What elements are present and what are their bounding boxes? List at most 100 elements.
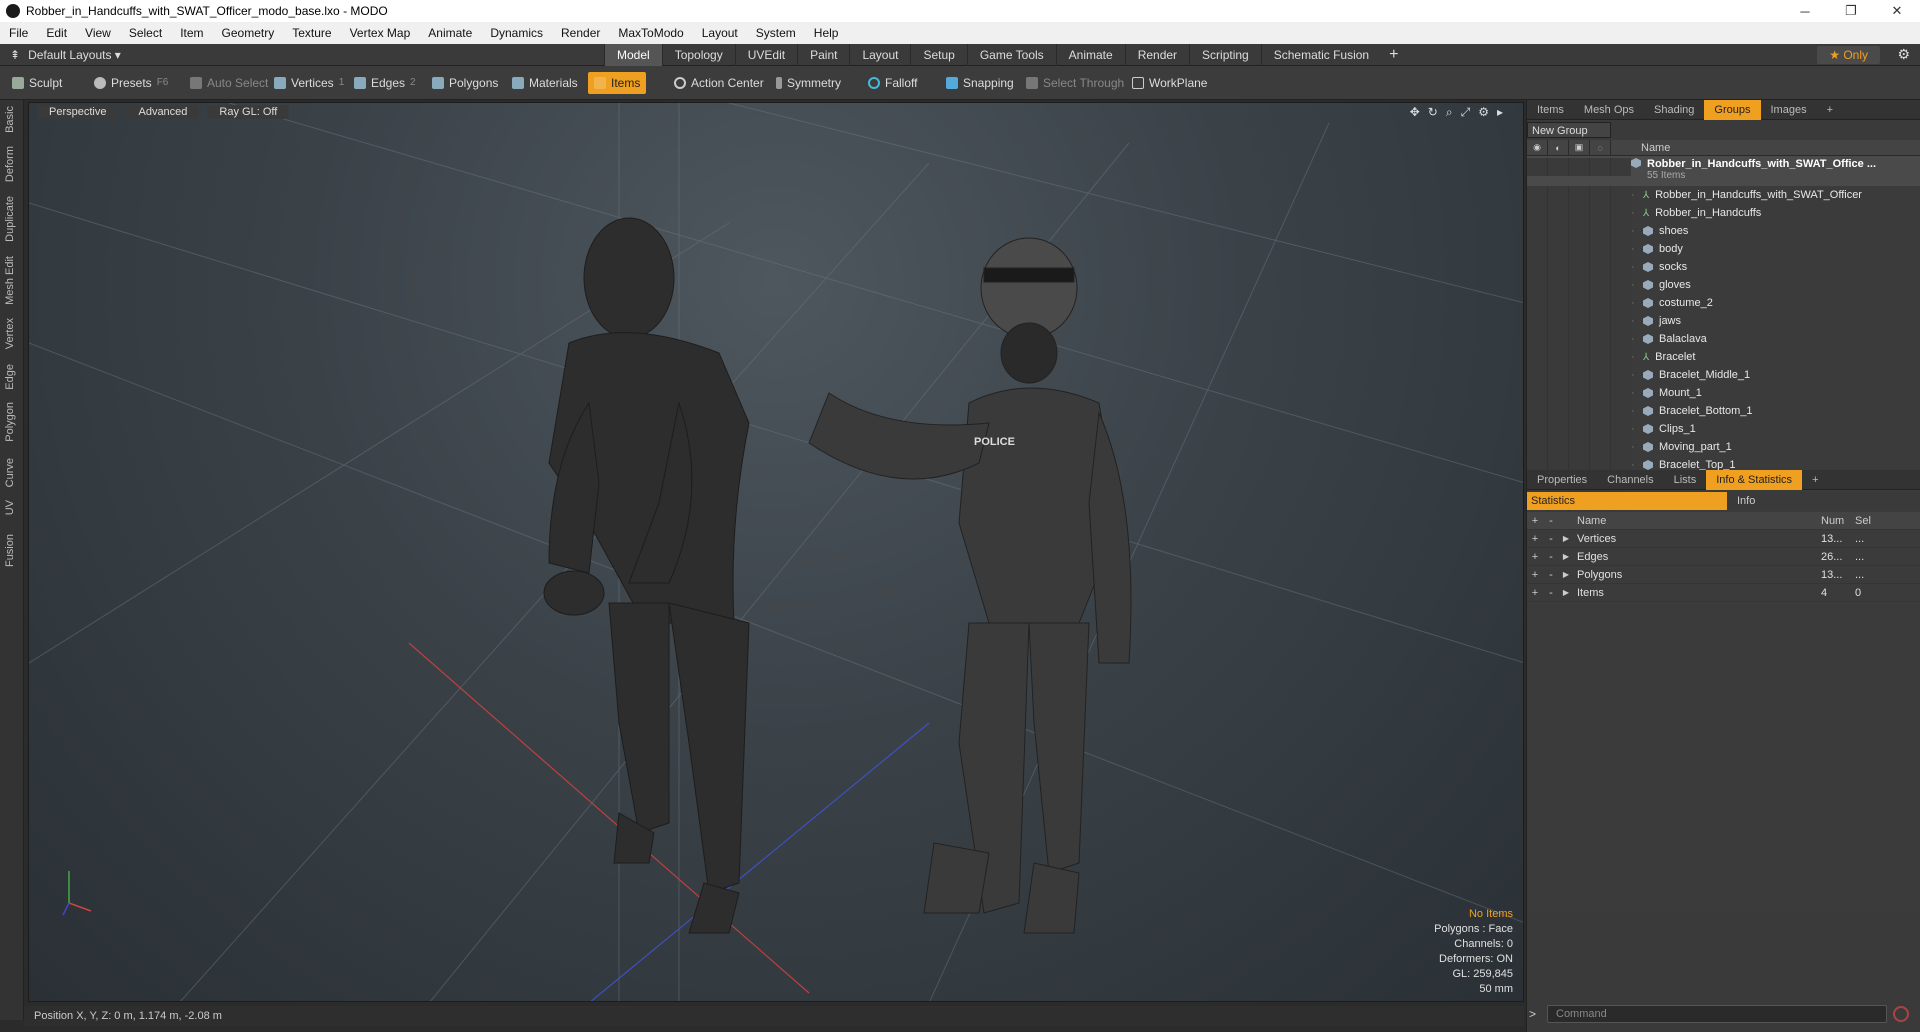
- group-item-row[interactable]: · Moving_part_1: [1527, 438, 1920, 456]
- edges-button[interactable]: Edges 2: [348, 72, 422, 94]
- lock-col-icon[interactable]: ▣: [1569, 139, 1590, 156]
- tab-setup[interactable]: Setup: [910, 43, 966, 66]
- expand-icon[interactable]: +: [1527, 533, 1543, 545]
- menu-edit[interactable]: Edit: [37, 26, 76, 40]
- expand-icon[interactable]: +: [1527, 551, 1543, 563]
- left-tab-basic[interactable]: Basic: [4, 106, 16, 133]
- menu-texture[interactable]: Texture: [283, 26, 340, 40]
- auto-select-button[interactable]: Auto Select: [184, 72, 274, 94]
- menu-system[interactable]: System: [747, 26, 805, 40]
- expand-all-icon[interactable]: +: [1527, 515, 1543, 527]
- presets-button[interactable]: Presets F6: [88, 72, 174, 94]
- polygons-button[interactable]: Polygons: [426, 72, 504, 94]
- left-tab-fusion[interactable]: Fusion: [4, 534, 16, 567]
- menu-dynamics[interactable]: Dynamics: [481, 26, 552, 40]
- tab-schematic-fusion[interactable]: Schematic Fusion: [1260, 43, 1381, 66]
- raygl-button[interactable]: Ray GL: Off: [207, 105, 290, 119]
- tab-topology[interactable]: Topology: [661, 43, 735, 66]
- statistics-row[interactable]: + - ▶ Polygons 13......: [1527, 566, 1920, 584]
- layouts-dropdown[interactable]: ⇞ Default Layouts ▾: [10, 48, 121, 62]
- expand-icon[interactable]: +: [1527, 587, 1543, 599]
- menu-render[interactable]: Render: [552, 26, 609, 40]
- menu-view[interactable]: View: [76, 26, 120, 40]
- rotate-view-icon[interactable]: ↻: [1428, 105, 1438, 120]
- group-item-row[interactable]: · Balaclava: [1527, 330, 1920, 348]
- left-tab-edge[interactable]: Edge: [4, 364, 16, 390]
- left-tab-duplicate[interactable]: Duplicate: [4, 196, 16, 242]
- items-button[interactable]: Items: [588, 72, 647, 94]
- action-center-button[interactable]: Action Center: [668, 72, 770, 94]
- view-settings-icon[interactable]: ⚙: [1478, 105, 1489, 120]
- left-tab-polygon[interactable]: Polygon: [4, 402, 16, 442]
- statistics-row[interactable]: + - ▶ Items 4 0: [1527, 584, 1920, 602]
- menu-vertex-map[interactable]: Vertex Map: [341, 26, 420, 40]
- tab-render[interactable]: Render: [1124, 43, 1189, 66]
- collapse-all-icon[interactable]: -: [1543, 515, 1559, 527]
- disclosure-arrow-icon[interactable]: ▶: [1559, 570, 1573, 579]
- tab-paint[interactable]: Paint: [797, 43, 849, 66]
- only-toggle[interactable]: ★ Only: [1817, 46, 1880, 64]
- group-item-row[interactable]: · costume_2: [1527, 294, 1920, 312]
- disclosure-arrow-icon[interactable]: ▶: [1559, 552, 1573, 561]
- group-item-row[interactable]: · Bracelet_Bottom_1: [1527, 402, 1920, 420]
- expand-arrow-icon[interactable]: ▸: [1497, 105, 1503, 120]
- group-item-row[interactable]: · body: [1527, 240, 1920, 258]
- tab-model[interactable]: Model: [604, 43, 662, 66]
- record-macro-icon[interactable]: [1893, 1006, 1909, 1022]
- collapse-icon[interactable]: -: [1543, 587, 1559, 599]
- fit-view-icon[interactable]: ⤢: [1461, 105, 1471, 120]
- group-item-row[interactable]: · Bracelet_Middle_1: [1527, 366, 1920, 384]
- menu-layout[interactable]: Layout: [693, 26, 747, 40]
- group-item-row[interactable]: · socks: [1527, 258, 1920, 276]
- 3d-viewport[interactable]: POLICE Perspective Advanced Ray GL: Off …: [28, 102, 1524, 1002]
- group-item-row[interactable]: · ⅄ Robber_in_Handcuffs_with_SWAT_Officer: [1527, 186, 1920, 204]
- command-input[interactable]: Command: [1547, 1005, 1887, 1023]
- add-panel-tab-icon[interactable]: +: [1817, 100, 1843, 120]
- collapse-icon[interactable]: -: [1543, 551, 1559, 563]
- row-toggles[interactable]: [1527, 158, 1631, 176]
- tab-groups[interactable]: Groups: [1704, 99, 1761, 120]
- materials-button[interactable]: Materials: [506, 72, 584, 94]
- visibility-col-icon[interactable]: ◉: [1527, 139, 1548, 156]
- group-item-row[interactable]: · Clips_1: [1527, 420, 1920, 438]
- tab-items[interactable]: Items: [1527, 100, 1574, 120]
- group-item-row[interactable]: · gloves: [1527, 276, 1920, 294]
- disclosure-arrow-icon[interactable]: ▶: [1559, 534, 1573, 543]
- group-item-row[interactable]: · Mount_1: [1527, 384, 1920, 402]
- tab-info-statistics[interactable]: Info & Statistics: [1706, 469, 1803, 490]
- tab-animate[interactable]: Animate: [1055, 43, 1125, 66]
- tab-lists[interactable]: Lists: [1664, 470, 1707, 490]
- new-group-button[interactable]: New Group: [1527, 122, 1611, 138]
- select-through-button[interactable]: Select Through: [1020, 72, 1130, 94]
- sculpt-button[interactable]: Sculpt: [6, 72, 68, 94]
- group-item-row[interactable]: · ⅄ Bracelet: [1527, 348, 1920, 366]
- info-tab[interactable]: Info: [1727, 492, 1920, 510]
- statistics-tab[interactable]: Statistics: [1527, 492, 1727, 510]
- swat-officer-figure[interactable]: [808, 237, 1132, 934]
- zoom-view-icon[interactable]: ⌕: [1446, 105, 1453, 120]
- robber-figure[interactable]: [543, 217, 750, 934]
- menu-select[interactable]: Select: [120, 26, 171, 40]
- disclosure-arrow-icon[interactable]: ▶: [1559, 588, 1573, 597]
- expand-icon[interactable]: +: [1527, 569, 1543, 581]
- move-view-icon[interactable]: ✥: [1410, 105, 1420, 120]
- left-tab-curve[interactable]: Curve: [4, 458, 16, 487]
- group-item-row[interactable]: · jaws: [1527, 312, 1920, 330]
- collapse-icon[interactable]: -: [1543, 569, 1559, 581]
- tab-scripting[interactable]: Scripting: [1189, 43, 1261, 66]
- menu-help[interactable]: Help: [805, 26, 848, 40]
- add-tab-button[interactable]: +: [1381, 44, 1406, 66]
- tab-uvedit[interactable]: UVEdit: [734, 43, 797, 66]
- select-col-icon[interactable]: ◌: [1590, 139, 1611, 156]
- gear-icon[interactable]: ⚙: [1897, 46, 1910, 63]
- left-tab-uv[interactable]: UV: [4, 500, 16, 515]
- collapse-icon[interactable]: ⇞: [10, 48, 20, 62]
- maximize-button[interactable]: ❐: [1828, 0, 1874, 22]
- falloff-button[interactable]: Falloff: [862, 72, 923, 94]
- statistics-row[interactable]: + - ▶ Vertices 13......: [1527, 530, 1920, 548]
- menu-maxtomodo[interactable]: MaxToModo: [609, 26, 692, 40]
- menu-file[interactable]: File: [0, 26, 37, 40]
- add-bottom-tab-icon[interactable]: +: [1802, 470, 1828, 490]
- workplane-button[interactable]: WorkPlane: [1126, 72, 1213, 94]
- snapping-button[interactable]: Snapping: [940, 72, 1020, 94]
